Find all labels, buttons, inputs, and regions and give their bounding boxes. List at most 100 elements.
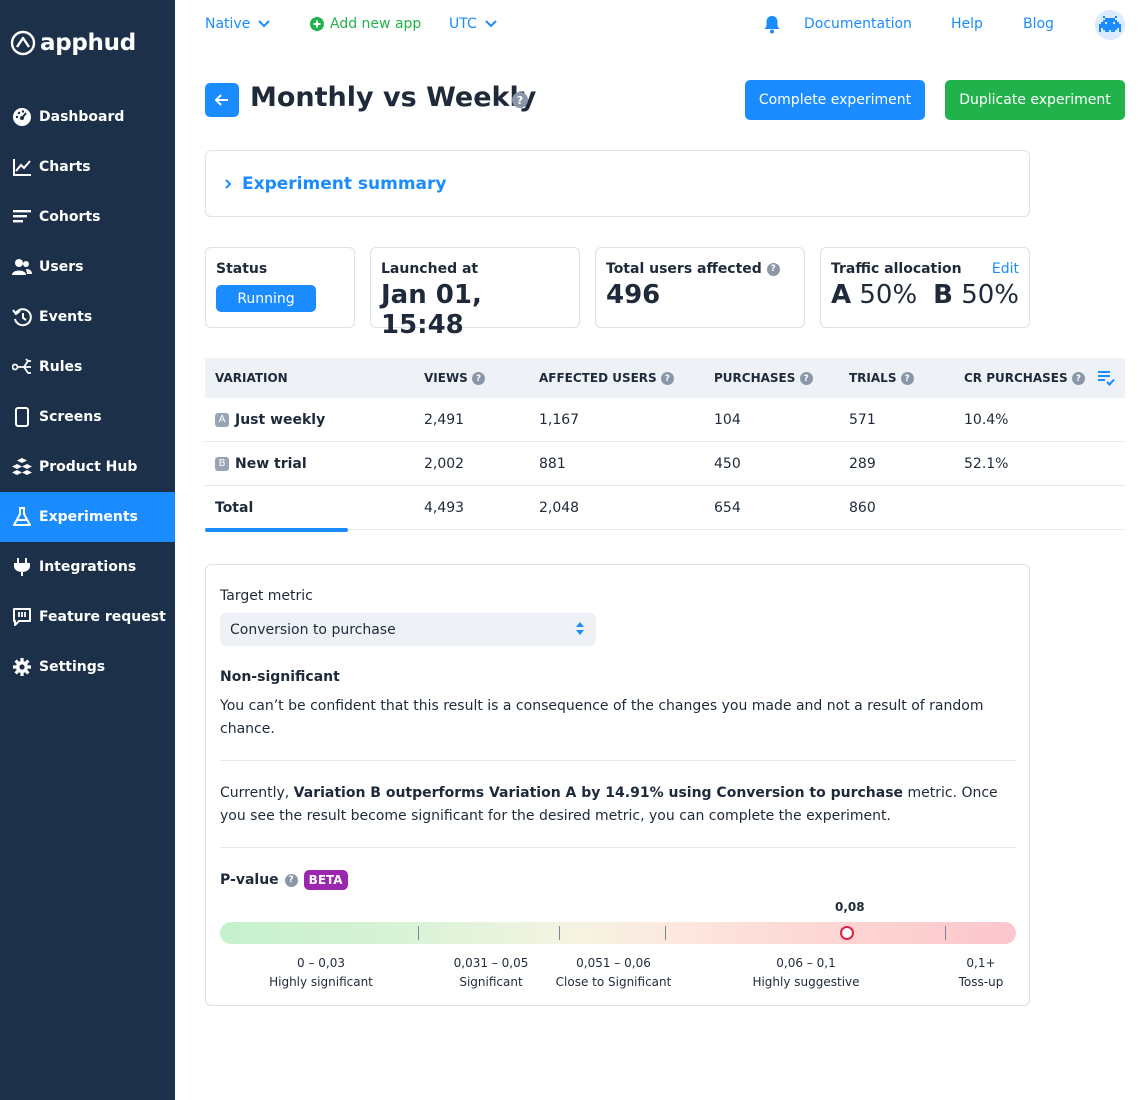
table-row[interactable]: A Just weekly 2,491 1,167 104 571 10.4% bbox=[205, 398, 1125, 442]
pvalue-marker bbox=[840, 926, 854, 940]
traffic-b-value: 50% bbox=[961, 280, 1019, 310]
chart-icon bbox=[11, 156, 33, 178]
variation-tag: B bbox=[215, 456, 229, 471]
sidebar-item-cohorts[interactable]: Cohorts bbox=[0, 192, 175, 242]
traffic-a-value: 50% bbox=[859, 280, 918, 310]
views-cell: 2,002 bbox=[424, 455, 465, 472]
variations-table: VARIATION VIEWS ? AFFECTED USERS ? PURCH… bbox=[205, 358, 1125, 532]
documentation-link[interactable]: Documentation bbox=[804, 16, 912, 32]
trials-cell: 289 bbox=[849, 455, 876, 472]
platform-dropdown[interactable]: Native bbox=[205, 16, 271, 32]
gear-icon bbox=[11, 656, 33, 678]
table-row[interactable]: B New trial 2,002 881 450 289 52.1% bbox=[205, 442, 1125, 486]
status-label: Status bbox=[216, 261, 268, 277]
blog-link[interactable]: Blog bbox=[1023, 16, 1054, 32]
cohorts-icon bbox=[11, 206, 33, 228]
feature-request-icon bbox=[11, 606, 33, 628]
table-header: VARIATION VIEWS ? AFFECTED USERS ? PURCH… bbox=[205, 358, 1125, 398]
sidebar-item-events[interactable]: Events bbox=[0, 292, 175, 342]
range-value: 0 – 0,03 bbox=[297, 956, 345, 970]
status-badge: Running bbox=[216, 285, 316, 312]
traffic-label: Traffic allocation bbox=[831, 261, 962, 277]
sidebar-item-dashboard[interactable]: Dashboard bbox=[0, 92, 175, 142]
target-metric-select[interactable]: Conversion to purchase bbox=[220, 613, 596, 646]
avatar[interactable] bbox=[1095, 10, 1125, 40]
select-arrows-icon bbox=[576, 622, 584, 635]
question-icon[interactable]: ? bbox=[512, 92, 528, 108]
sidebar-item-product-hub[interactable]: Product Hub bbox=[0, 442, 175, 492]
question-icon[interactable]: ? bbox=[660, 372, 674, 385]
sidebar-item-label: Experiments bbox=[39, 509, 138, 525]
affected-cell: 881 bbox=[539, 455, 566, 472]
range-text: Highly significant bbox=[269, 975, 373, 989]
col-trials-label: TRIALS bbox=[849, 371, 897, 385]
beta-badge: BETA bbox=[303, 870, 348, 890]
col-affected-users: AFFECTED USERS ? bbox=[539, 371, 674, 385]
sidebar-item-screens[interactable]: Screens bbox=[0, 392, 175, 442]
column-settings-icon[interactable] bbox=[1097, 370, 1115, 386]
question-icon[interactable]: ? bbox=[900, 372, 914, 385]
sidebar-item-integrations[interactable]: Integrations bbox=[0, 542, 175, 592]
col-cr-purchases: CR PURCHASES ? bbox=[964, 371, 1085, 385]
rules-icon bbox=[11, 356, 33, 378]
traffic-edit-link[interactable]: Edit bbox=[992, 261, 1019, 277]
notifications-button[interactable] bbox=[763, 15, 781, 34]
sidebar-item-label: Product Hub bbox=[39, 459, 138, 475]
purchases-cell: 450 bbox=[714, 455, 741, 472]
traffic-b-letter: B bbox=[933, 280, 953, 310]
help-link[interactable]: Help bbox=[951, 16, 983, 32]
range-value: 0,1+ bbox=[966, 956, 996, 970]
range-text: Significant bbox=[459, 975, 523, 989]
topbar: Native Add new app UTC Documentation Hel… bbox=[175, 0, 1140, 50]
page-title: Monthly vs Weekly bbox=[250, 82, 537, 113]
sidebar-item-label: Charts bbox=[39, 159, 91, 175]
sidebar-item-settings[interactable]: Settings bbox=[0, 642, 175, 692]
sidebar: apphud Dashboard Charts Cohorts Users Ev… bbox=[0, 0, 175, 1100]
question-icon[interactable]: ? bbox=[472, 372, 486, 385]
sidebar-item-label: Dashboard bbox=[39, 109, 125, 125]
back-button[interactable] bbox=[205, 83, 239, 117]
purchases-cell: 654 bbox=[714, 499, 741, 516]
divider bbox=[220, 847, 1016, 848]
duplicate-experiment-button[interactable]: Duplicate experiment bbox=[945, 80, 1125, 120]
launched-card: Launched at Jan 01, 15:48 bbox=[370, 247, 580, 340]
sidebar-item-users[interactable]: Users bbox=[0, 242, 175, 292]
traffic-b: B 50% bbox=[933, 280, 1019, 310]
question-icon[interactable]: ? bbox=[799, 372, 813, 385]
divider bbox=[220, 760, 1016, 761]
scale-tick bbox=[559, 926, 560, 940]
pvalue-scale bbox=[220, 922, 1016, 944]
range-text: Highly suggestive bbox=[752, 975, 860, 989]
traffic-values: A 50% B 50% bbox=[831, 280, 1019, 310]
sidebar-item-rules[interactable]: Rules bbox=[0, 342, 175, 392]
chevron-down-icon bbox=[485, 20, 497, 28]
timezone-dropdown[interactable]: UTC bbox=[449, 16, 497, 32]
trials-cell: 860 bbox=[849, 499, 876, 516]
launched-value: Jan 01, 15:48 bbox=[381, 280, 482, 340]
sidebar-item-charts[interactable]: Charts bbox=[0, 142, 175, 192]
col-affected-label: AFFECTED USERS bbox=[539, 371, 657, 385]
sidebar-item-label: Rules bbox=[39, 359, 83, 375]
add-app-button[interactable]: Add new app bbox=[310, 16, 421, 32]
sidebar-item-experiments[interactable]: Experiments bbox=[0, 492, 175, 542]
timezone-label: UTC bbox=[449, 16, 477, 32]
users-affected-value: 496 bbox=[606, 280, 661, 310]
complete-experiment-button[interactable]: Complete experiment bbox=[745, 80, 925, 120]
scale-tick bbox=[418, 926, 419, 940]
experiment-summary-toggle[interactable]: Experiment summary bbox=[205, 150, 1030, 217]
col-trials: TRIALS ? bbox=[849, 371, 914, 385]
sidebar-item-feature-request[interactable]: Feature request bbox=[0, 592, 175, 642]
apphud-logo[interactable]: apphud bbox=[10, 30, 136, 56]
logo-text: apphud bbox=[40, 30, 136, 56]
current-prefix: Currently, bbox=[220, 785, 294, 801]
scroll-indicator[interactable] bbox=[205, 528, 348, 532]
target-metric-label: Target metric bbox=[220, 588, 313, 604]
variation-tag: A bbox=[215, 412, 229, 427]
question-icon[interactable]: ? bbox=[284, 873, 298, 887]
integrations-icon bbox=[11, 556, 33, 578]
table-total-row: Total 4,493 2,048 654 860 bbox=[205, 486, 1125, 530]
question-icon[interactable]: ? bbox=[1071, 372, 1085, 385]
question-icon[interactable]: ? bbox=[766, 262, 780, 276]
variation-name: Just weekly bbox=[235, 411, 326, 428]
scale-tick bbox=[945, 926, 946, 940]
